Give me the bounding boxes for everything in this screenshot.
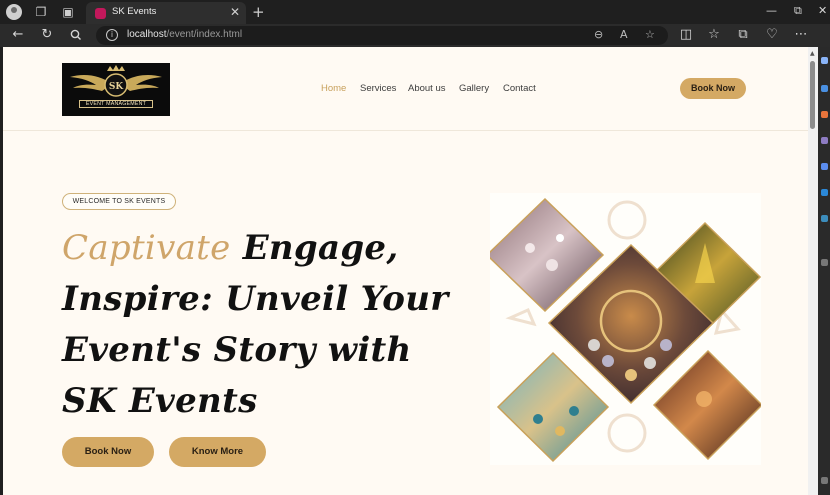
zoom-icon[interactable]: ⊖ bbox=[594, 28, 603, 41]
nav-about[interactable]: About us bbox=[408, 83, 446, 94]
profile-avatar-icon[interactable] bbox=[6, 4, 22, 20]
extensions-icon[interactable]: ♡ bbox=[764, 27, 780, 43]
site-logo[interactable]: SK EVENT MANAGEMENT bbox=[62, 63, 170, 116]
nav-home[interactable]: Home bbox=[321, 83, 346, 94]
minimize-icon[interactable]: — bbox=[766, 4, 777, 17]
read-aloud-icon[interactable]: A bbox=[620, 28, 628, 41]
hero-book-now-button[interactable]: Book Now bbox=[62, 437, 154, 467]
refresh-icon[interactable]: ↻ bbox=[39, 27, 55, 43]
restore-icon[interactable]: ⧉ bbox=[794, 4, 802, 18]
sidebar-games-icon[interactable] bbox=[821, 163, 828, 170]
search-icon[interactable] bbox=[68, 27, 84, 43]
sidebar-outlook-icon[interactable] bbox=[821, 215, 828, 222]
more-icon[interactable]: ⋯ bbox=[793, 27, 809, 43]
info-icon[interactable]: i bbox=[106, 29, 118, 41]
welcome-badge: WELCOME TO SK EVENTS bbox=[62, 193, 176, 210]
favorites-icon[interactable]: ☆ bbox=[706, 27, 722, 43]
tab-actions-icon[interactable]: ▣ bbox=[60, 4, 76, 20]
sidebar-add-icon[interactable] bbox=[821, 259, 828, 266]
scroll-up-icon[interactable]: ▲ bbox=[810, 50, 815, 57]
logo-monogram: SK bbox=[109, 82, 124, 92]
hero-headline: Captivate Engage, Inspire: Unveil Your E… bbox=[62, 223, 452, 427]
hero-headline-accent: Captivate bbox=[62, 228, 231, 268]
photo-diamond-bottom-left bbox=[496, 351, 610, 463]
event-photo-collage bbox=[490, 193, 761, 465]
page-scrollbar[interactable]: ▲ bbox=[808, 47, 818, 495]
logo-caption: EVENT MANAGEMENT bbox=[79, 100, 153, 108]
hero-know-more-button[interactable]: Know More bbox=[169, 437, 266, 467]
nav-contact[interactable]: Contact bbox=[503, 83, 536, 94]
tab-title: SK Events bbox=[112, 6, 157, 17]
page-viewport: SK EVENT MANAGEMENT Home Services About … bbox=[3, 47, 808, 495]
workspaces-icon[interactable]: ❐ bbox=[33, 4, 49, 20]
browser-tab-bar: ❐ ▣ SK Events ✕ + — ⧉ ✕ bbox=[0, 0, 830, 24]
sidebar-shopping-icon[interactable] bbox=[821, 111, 828, 118]
back-icon[interactable]: ← bbox=[10, 27, 26, 43]
sidebar-settings-icon[interactable] bbox=[821, 477, 828, 484]
nav-services[interactable]: Services bbox=[360, 83, 396, 94]
sidebar-office-icon[interactable] bbox=[821, 189, 828, 196]
tab-close-icon[interactable]: ✕ bbox=[230, 5, 240, 19]
header-book-now-button[interactable]: Book Now bbox=[680, 78, 746, 99]
site-favicon-icon bbox=[95, 8, 106, 19]
browser-toolbar: ← ↻ i localhost/event/index.html ⊖ A ☆ ◫… bbox=[0, 24, 830, 47]
site-header: SK EVENT MANAGEMENT Home Services About … bbox=[3, 47, 808, 131]
split-screen-icon[interactable]: ◫ bbox=[678, 27, 694, 43]
nav-gallery[interactable]: Gallery bbox=[459, 83, 489, 94]
sidebar-tools-icon[interactable] bbox=[821, 137, 828, 144]
sidebar-search-icon[interactable] bbox=[821, 57, 828, 64]
favorite-icon[interactable]: ☆ bbox=[645, 28, 655, 41]
edge-sidebar bbox=[818, 47, 830, 495]
tab-sk-events[interactable]: SK Events ✕ bbox=[86, 2, 246, 24]
address-text[interactable]: localhost/event/index.html bbox=[127, 29, 242, 40]
collections-icon[interactable]: ⧉ bbox=[735, 27, 751, 43]
new-tab-icon[interactable]: + bbox=[252, 3, 265, 21]
sidebar-copilot-icon[interactable] bbox=[821, 85, 828, 92]
close-window-icon[interactable]: ✕ bbox=[818, 4, 827, 17]
address-bar[interactable]: i localhost/event/index.html ⊖ A ☆ bbox=[96, 26, 668, 45]
scrollbar-thumb[interactable] bbox=[810, 61, 815, 129]
